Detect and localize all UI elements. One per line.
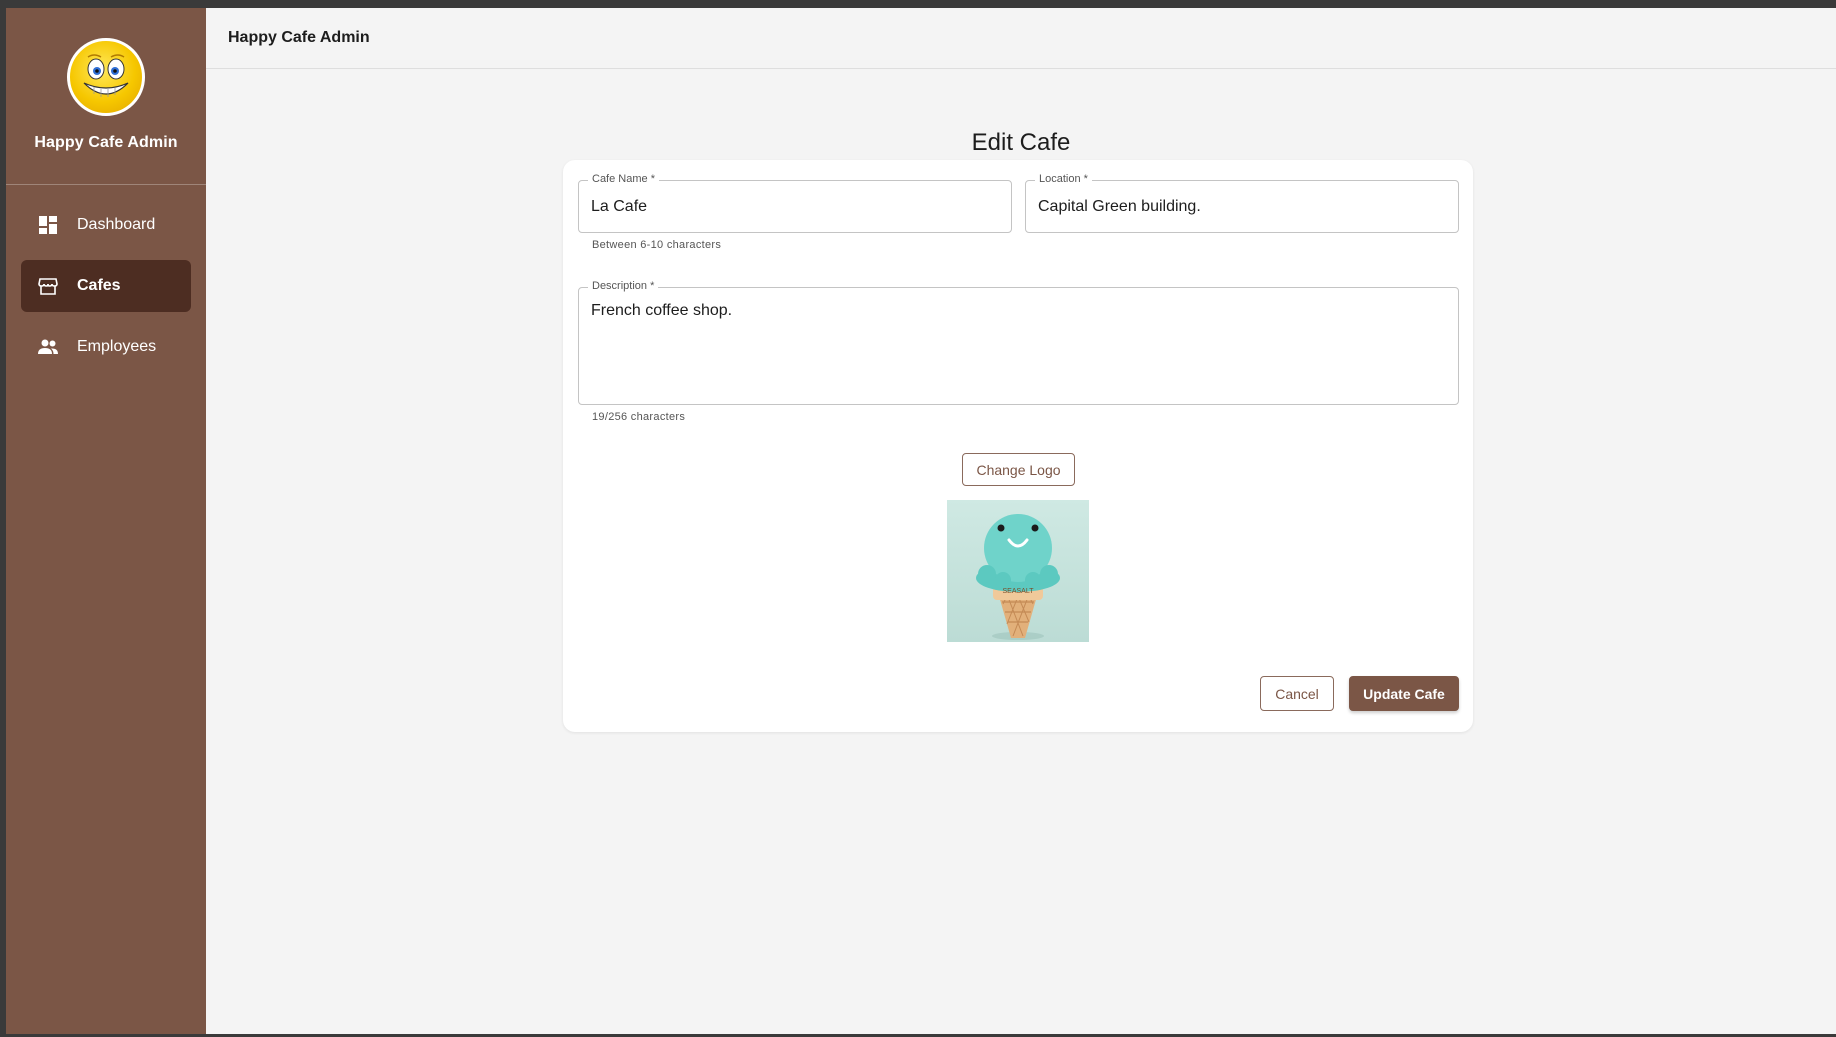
location-field: Location *	[1025, 173, 1459, 233]
description-char-count: 19/256 characters	[592, 411, 686, 423]
brand: Happy Cafe Admin	[6, 8, 206, 185]
update-cafe-button[interactable]: Update Cafe	[1349, 676, 1459, 711]
cafe-name-field: Cafe Name *	[578, 173, 1012, 233]
brand-title: Happy Cafe Admin	[34, 134, 178, 151]
cone-label-text: SEASALT	[1003, 588, 1035, 595]
content: Edit Cafe Cafe Name * Between 6-10 chara…	[206, 69, 1836, 1034]
app-window: Happy Cafe Admin Dashboard Cafes Employe…	[6, 8, 1836, 1034]
cafe-name-helper: Between 6-10 characters	[592, 239, 722, 251]
dashboard-icon	[37, 214, 59, 236]
cafe-logo-image: SEASALT	[947, 500, 1089, 642]
page-title: Edit Cafe	[971, 129, 1071, 156]
cafe-name-label: Cafe Name *	[588, 173, 659, 185]
smiley-avatar-icon	[67, 38, 145, 116]
sidebar-item-label: Employees	[77, 338, 157, 355]
sidebar-item-cafes[interactable]: Cafes	[21, 260, 191, 312]
sidebar-nav: Dashboard Cafes Employees	[6, 185, 206, 382]
sidebar-item-dashboard[interactable]: Dashboard	[21, 199, 191, 251]
top-bar: Happy Cafe Admin	[206, 8, 1836, 69]
sidebar-item-label: Dashboard	[77, 216, 156, 233]
people-icon	[37, 336, 59, 358]
cafe-name-input[interactable]	[591, 195, 999, 219]
description-field: Description * French coffee shop.	[578, 280, 1459, 405]
cancel-button[interactable]: Cancel	[1260, 676, 1334, 711]
edit-cafe-form: Cafe Name * Between 6-10 characters Loca…	[563, 160, 1473, 732]
sidebar: Happy Cafe Admin Dashboard Cafes Employe…	[6, 8, 206, 1034]
change-logo-button[interactable]: Change Logo	[962, 453, 1075, 486]
location-label: Location *	[1035, 173, 1092, 185]
storefront-icon	[37, 275, 59, 297]
main-area: Happy Cafe Admin Edit Cafe Cafe Name * B…	[206, 8, 1836, 1034]
description-label: Description *	[588, 280, 659, 292]
topbar-title: Happy Cafe Admin	[228, 29, 370, 46]
sidebar-item-label: Cafes	[77, 277, 121, 294]
sidebar-item-employees[interactable]: Employees	[21, 321, 191, 373]
location-input[interactable]	[1038, 195, 1446, 219]
description-textarea[interactable]: French coffee shop.	[591, 300, 1446, 396]
